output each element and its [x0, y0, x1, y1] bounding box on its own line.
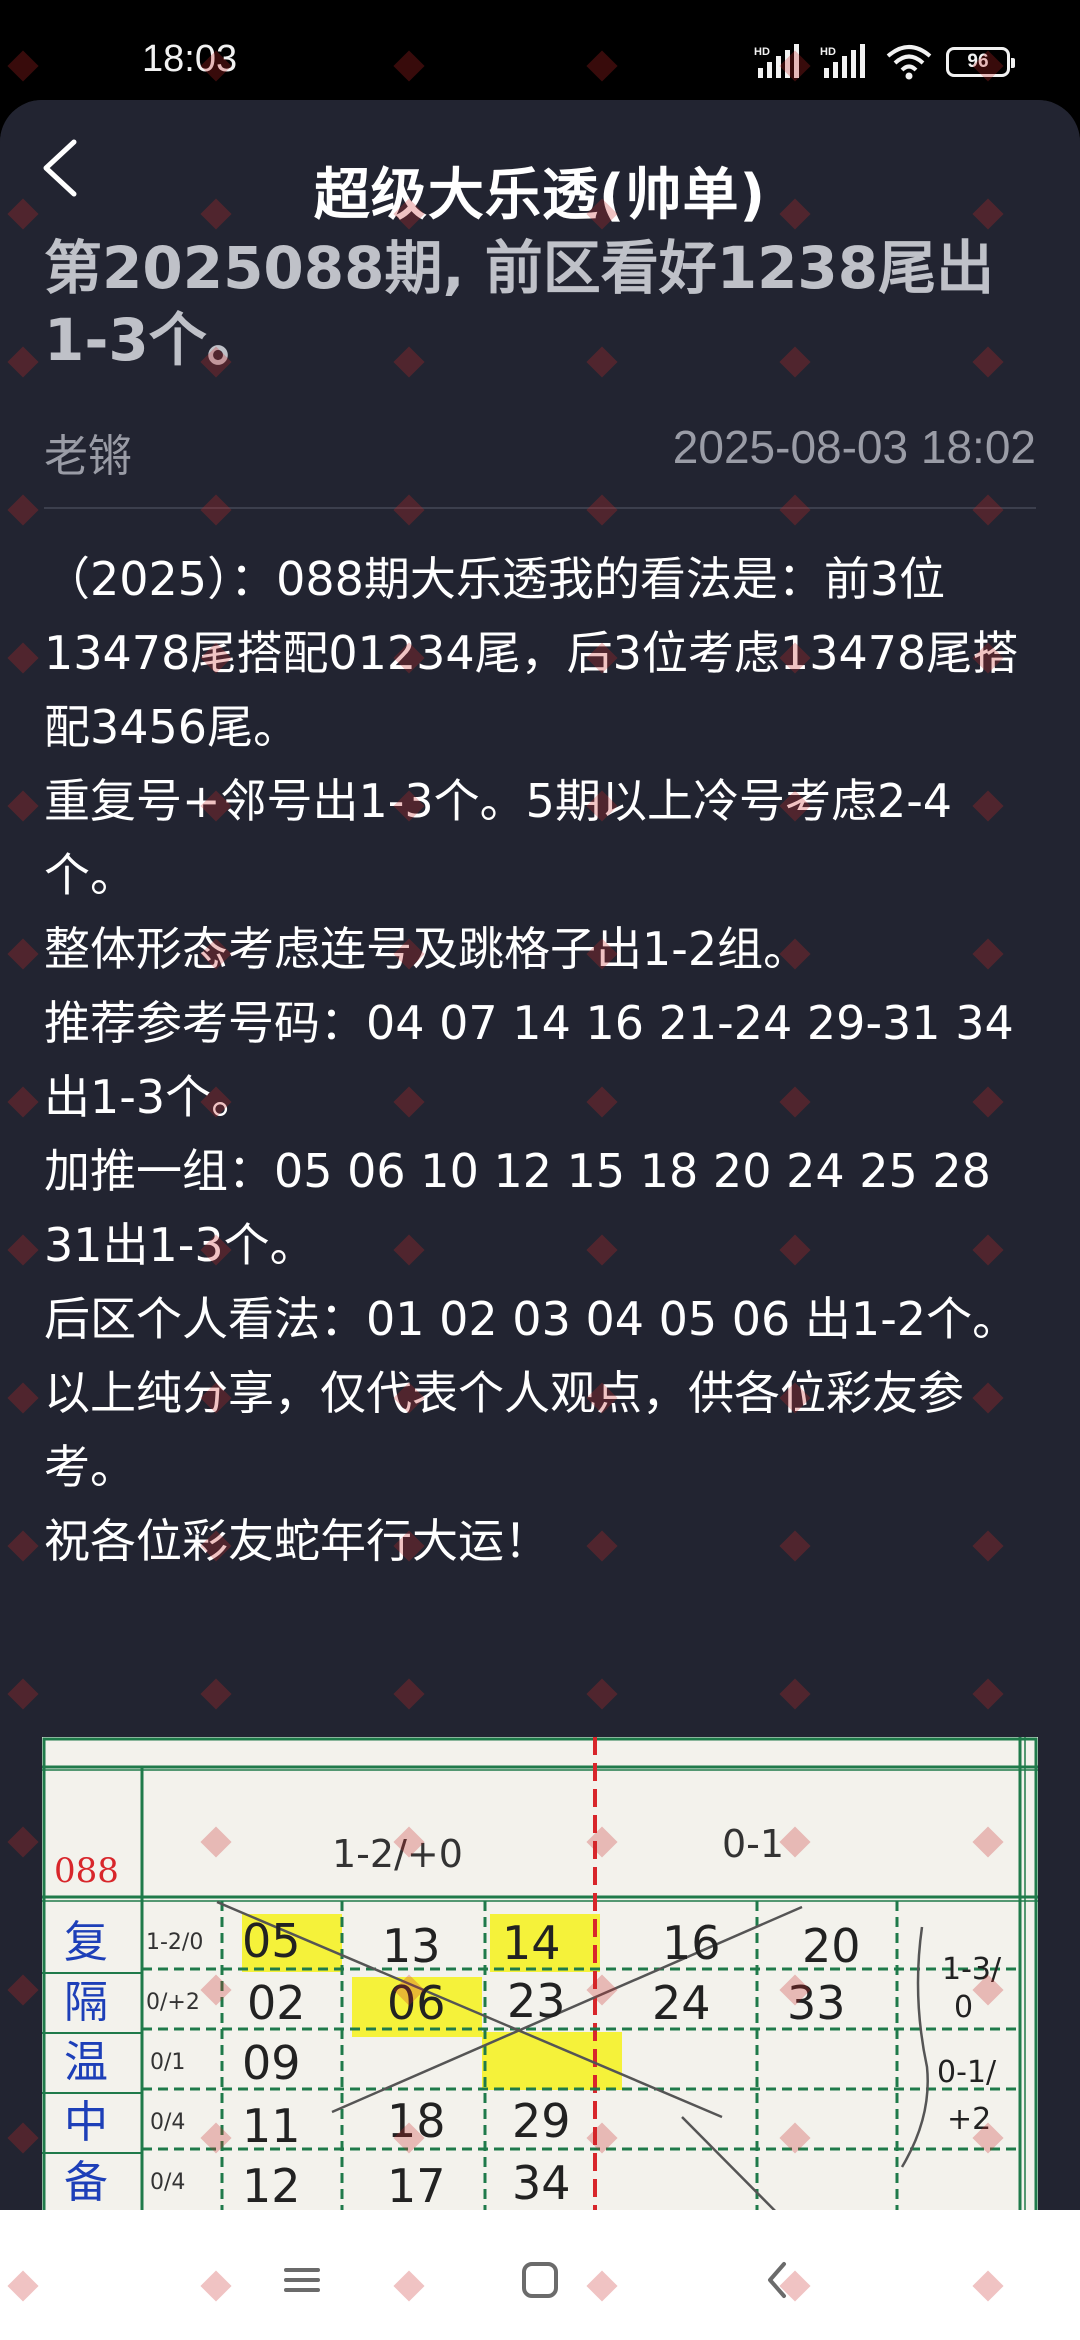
svg-text:1-3/: 1-3/ [942, 1952, 1002, 1987]
svg-text:1-2/0: 1-2/0 [146, 1930, 203, 1955]
body-paragraph: 重复号+邻号出1-3个。5期以上冷号考虑2-4个。 [44, 774, 953, 902]
svg-text:HD: HD [820, 46, 836, 58]
svg-text:0/4: 0/4 [150, 2170, 185, 2195]
post-sheet: 超级大乐透(帅单) 第2025088期, 前区看好1238尾出1-3个。 老锵 … [0, 100, 1080, 2210]
nav-header: 超级大乐透(帅单) [0, 100, 1080, 230]
svg-text:13: 13 [382, 1919, 441, 1973]
lottery-chart-drawing: 088 1-2/+0 0-1 复 隔 温 中 备 1-2/0 0/+2 0/1 … [42, 1737, 1038, 2210]
status-icons: HD HD 96 [754, 42, 1015, 82]
svg-text:HD: HD [754, 46, 770, 58]
header-right-note: 0-1 [722, 1822, 784, 1866]
svg-text:16: 16 [662, 1916, 721, 1970]
body-paragraph: 后区个人看法：01 02 03 04 05 06 出1-2个。 [44, 1292, 1019, 1346]
svg-text:05: 05 [242, 1914, 301, 1968]
svg-text:17: 17 [387, 2159, 446, 2210]
svg-text:06: 06 [387, 1976, 446, 2030]
body-paragraph: 整体形态考虑连号及跳格子出1-2组。 [44, 922, 810, 976]
post-title: 第2025088期, 前区看好1238尾出1-3个。 [44, 234, 995, 374]
svg-text:02: 02 [247, 1976, 306, 2030]
svg-text:34: 34 [512, 2156, 571, 2210]
svg-text:23: 23 [507, 1974, 566, 2028]
svg-text:29: 29 [512, 2094, 571, 2148]
divider [44, 507, 1036, 509]
header-left-note: 1-2/+0 [332, 1832, 463, 1876]
svg-text:12: 12 [242, 2159, 301, 2210]
body-paragraph: （2025）：088期大乐透我的看法是：前3位13478尾搭配01234尾，后3… [44, 552, 1019, 754]
highlight-mark [482, 2032, 622, 2090]
hd-signal-icon: HD [820, 44, 865, 78]
status-bar: 18:03 HD HD 96 [0, 0, 1080, 100]
menu-icon[interactable] [272, 2250, 332, 2310]
body-paragraph: 推荐参考号码：04 07 14 16 21-24 29-31 34出1-3个。 [44, 996, 1014, 1124]
svg-text:18: 18 [387, 2094, 446, 2148]
svg-text:0/+2: 0/+2 [146, 1990, 200, 2015]
svg-text:14: 14 [502, 1916, 561, 1970]
wifi-icon [886, 45, 932, 80]
svg-text:0/1: 0/1 [150, 2050, 185, 2075]
row-label-bei: 备 [64, 2157, 108, 2208]
svg-text:11: 11 [242, 2099, 301, 2153]
svg-text:24: 24 [652, 1976, 711, 2030]
row-label-ge: 隔 [64, 1977, 108, 2028]
lottery-chart-photo[interactable]: 088 1-2/+0 0-1 复 隔 温 中 备 1-2/0 0/+2 0/1 … [42, 1737, 1038, 2210]
page-title: 超级大乐透(帅单) [313, 163, 767, 228]
battery-level: 96 [967, 51, 989, 72]
svg-text:0-1/: 0-1/ [937, 2055, 997, 2090]
back-chevron-icon[interactable] [748, 2250, 808, 2310]
hd-signal-icon: HD [754, 44, 799, 78]
post-body: （2025）：088期大乐透我的看法是：前3位13478尾搭配01234尾，后3… [44, 542, 1044, 1578]
row-label-fu: 复 [64, 1917, 108, 1968]
svg-text:20: 20 [802, 1919, 861, 1973]
battery-icon: 96 [946, 47, 1015, 77]
svg-text:+2: +2 [947, 2102, 991, 2137]
post-author[interactable]: 老锵 [44, 420, 132, 484]
body-paragraph: 以上纯分享，仅代表个人观点，供各位彩友参考。 [44, 1366, 964, 1494]
row-label-wen: 温 [64, 2037, 108, 2088]
post-timestamp: 2025-08-03 18:02 [672, 421, 1036, 473]
svg-text:09: 09 [242, 2036, 301, 2090]
issue-number: 088 [54, 1851, 119, 1891]
body-paragraph: 祝各位彩友蛇年行大运！ [44, 1514, 550, 1568]
home-square-icon[interactable] [510, 2250, 570, 2310]
row-label-zhong: 中 [64, 2097, 108, 2148]
svg-text:0/4: 0/4 [150, 2110, 185, 2135]
svg-text:33: 33 [787, 1976, 846, 2030]
body-paragraph: 加推一组：05 06 10 12 15 18 20 24 25 28 31出1-… [44, 1144, 1006, 1272]
status-time: 18:03 [142, 38, 238, 80]
system-nav-bar [0, 2210, 1080, 2340]
svg-text:0: 0 [954, 1990, 973, 2025]
